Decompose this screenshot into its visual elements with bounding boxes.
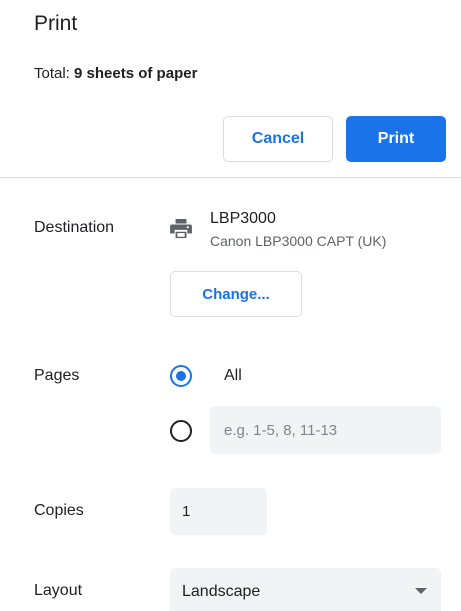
print-button[interactable]: Print	[346, 116, 446, 162]
cancel-button[interactable]: Cancel	[223, 116, 333, 162]
layout-label: Layout	[34, 582, 83, 599]
destination-label: Destination	[34, 219, 115, 236]
layout-selected-value: Landscape	[182, 582, 261, 600]
copies-label: Copies	[34, 502, 84, 519]
total-sheets: Total: 9 sheets of paper	[34, 65, 197, 82]
header-divider	[0, 177, 461, 178]
pages-all-label[interactable]: All	[224, 367, 242, 385]
printer-name: LBP3000	[210, 210, 276, 227]
change-destination-button[interactable]: Change...	[170, 271, 302, 317]
layout-select[interactable]: Landscape	[170, 568, 441, 611]
pages-custom-radio[interactable]	[170, 420, 192, 442]
pages-all-radio[interactable]	[170, 365, 192, 387]
pages-label: Pages	[34, 367, 80, 384]
dialog-title: Print	[34, 12, 78, 35]
total-prefix: Total:	[34, 65, 75, 82]
total-sheets-value: 9 sheets of paper	[74, 65, 198, 82]
custom-pages-input[interactable]	[210, 406, 441, 454]
print-dialog: Print Total: 9 sheets of paper Cancel Pr…	[0, 0, 461, 611]
printer-description: Canon LBP3000 CAPT (UK)	[210, 233, 387, 249]
copies-input[interactable]	[170, 488, 267, 535]
chevron-down-icon	[415, 588, 427, 594]
printer-icon	[170, 219, 192, 239]
